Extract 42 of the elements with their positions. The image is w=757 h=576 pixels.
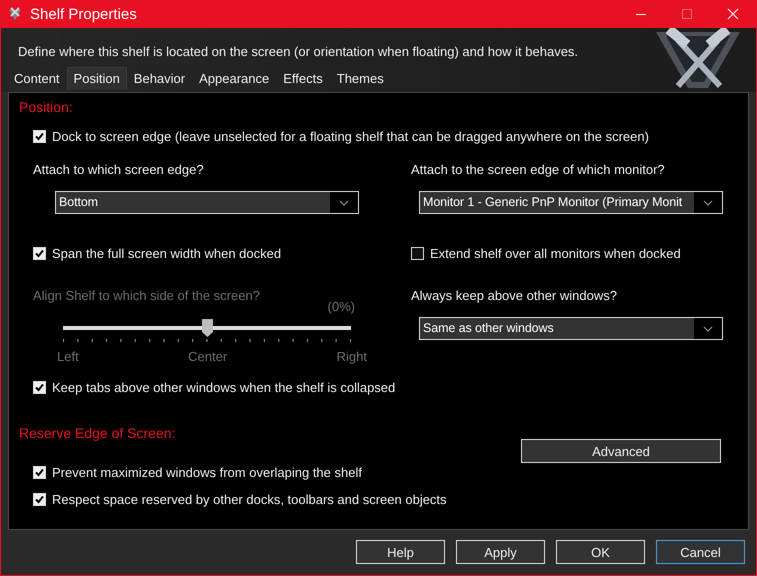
app-icon	[8, 7, 22, 21]
scale-label: Left	[57, 349, 79, 364]
section-heading: Position:	[19, 99, 74, 115]
chevron-icon	[703, 326, 713, 332]
checkbox-label: Prevent maximized windows from overlaping the shelf	[52, 465, 362, 480]
checkbox[interactable]	[33, 381, 46, 394]
checkbox-label: Span the full screen width when docked	[52, 246, 282, 261]
slider-reading: (0%)	[326, 299, 355, 314]
tab[interactable]: Content	[7, 67, 67, 90]
dialog-button[interactable]: OK	[556, 540, 645, 564]
tab[interactable]: Behavior	[126, 67, 192, 90]
chevron-icon	[339, 200, 349, 206]
checkbox[interactable]	[33, 493, 46, 506]
scale-label: Right	[336, 349, 367, 364]
checkbox-label: Extend shelf over all monitors when docked	[430, 246, 681, 261]
advanced-button[interactable]: Advanced	[521, 439, 721, 463]
checkbox-label: Dock to screen edge (leave unselected for a floating shelf that can be dragged anywhere on the screen)	[52, 129, 649, 144]
window-title: Shelf Properties	[30, 6, 137, 22]
checkbox[interactable]	[411, 247, 424, 260]
dialog-button[interactable]: Help	[356, 540, 445, 564]
field-label: Attach to the screen edge of which monitor?	[411, 162, 666, 177]
tab[interactable]: Effects	[276, 67, 330, 90]
slider-label: Align Shelf to which side of the screen?	[33, 288, 261, 303]
checkbox-label: Keep tabs above other windows when the shelf is collapsed	[52, 380, 396, 395]
dropdown[interactable]: Same as other windows	[419, 317, 723, 340]
checkbox-label: Respect space reserved by other docks, toolbars and screen objects	[52, 492, 447, 507]
chevron-icon	[703, 200, 713, 206]
section-heading: Reserve Edge of Screen:	[19, 425, 176, 441]
tab[interactable]: Themes	[330, 67, 391, 90]
dropdown[interactable]: Bottom	[55, 191, 359, 214]
dialog-button[interactable]: Apply	[456, 540, 545, 564]
description: Define where this shelf is located on the screen (or orientation when floating) and how it behaves.	[18, 44, 580, 59]
dialog-button[interactable]: Cancel	[656, 540, 745, 564]
scale-label: Center	[188, 349, 228, 364]
checkbox[interactable]	[33, 130, 46, 143]
field-label: Attach to which screen edge?	[33, 162, 205, 177]
field-label: Always keep above other windows?	[411, 288, 618, 303]
dropdown[interactable]: Monitor 1 - Generic PnP Monitor (Primary Monit	[419, 191, 723, 214]
tab[interactable]: Appearance	[192, 67, 276, 90]
checkbox[interactable]	[33, 247, 46, 260]
tab[interactable]: Position	[66, 67, 127, 90]
checkbox[interactable]	[33, 466, 46, 479]
